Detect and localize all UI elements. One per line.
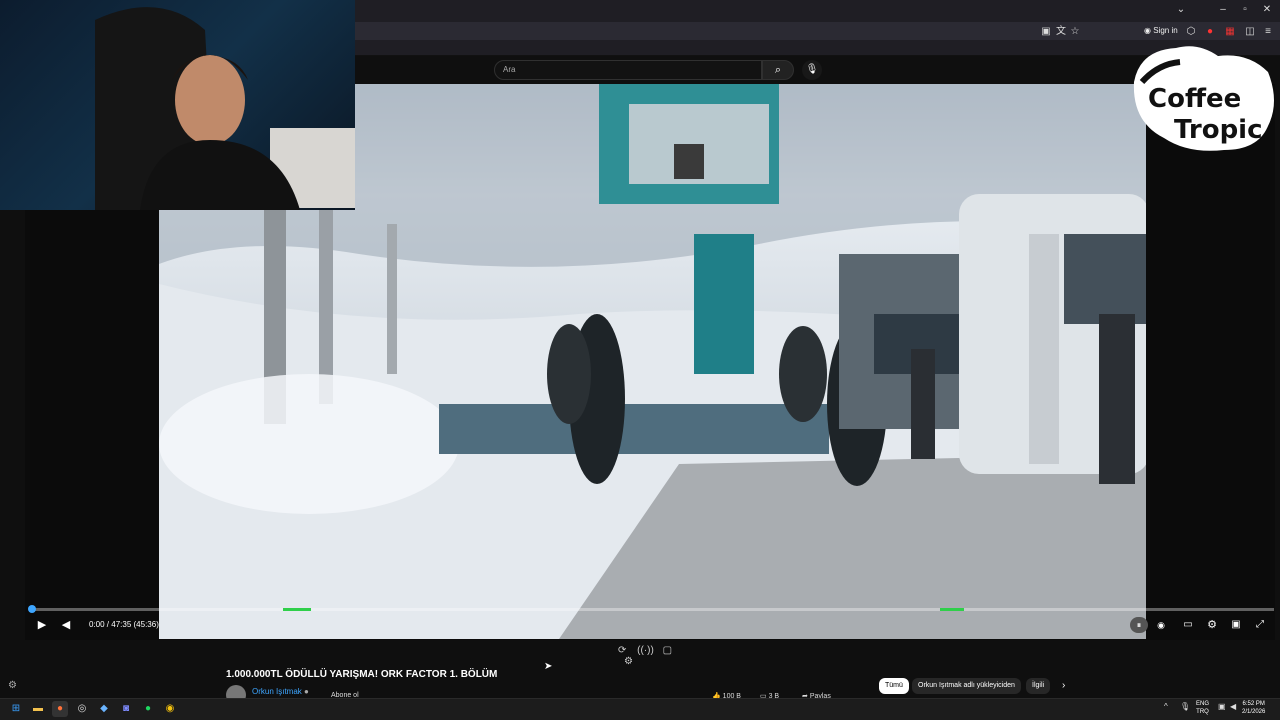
chapter-marker — [940, 608, 964, 611]
mouse-cursor: ➤ — [544, 661, 553, 672]
fullscreen-icon: ⤢ — [1256, 619, 1264, 630]
coffee-tropic-logo: Coffee Tropic — [1128, 42, 1278, 154]
logo-line1: Coffee — [1148, 84, 1241, 114]
settings-button[interactable]: ⚙ — [1204, 617, 1220, 633]
chapter-marker — [283, 608, 311, 611]
time-display: 0:00 / 47:35 (45:36) — [89, 617, 159, 633]
clock[interactable]: 6:52 PM 2/1/2026 — [1242, 700, 1265, 716]
pip-icon[interactable]: ▣ — [1040, 26, 1052, 38]
play-button[interactable]: ▶ — [34, 617, 50, 633]
verified-icon: ● — [304, 687, 309, 696]
discord-icon[interactable]: ◙ — [118, 701, 134, 717]
minimize-icon[interactable]: – — [1214, 3, 1232, 17]
fullscreen-button[interactable]: ⤢ — [1252, 617, 1268, 633]
chevron-up-icon[interactable]: ^ — [1164, 702, 1168, 711]
pause-icon: ⏸ — [1136, 620, 1142, 630]
menu-icon[interactable]: ≡ — [1262, 26, 1274, 38]
gear-icon[interactable]: ⚙ — [624, 656, 633, 667]
chip-all[interactable]: Tümü — [879, 678, 909, 694]
sign-in-button[interactable]: ◉ Sign in — [1144, 24, 1178, 38]
chevron-right-icon[interactable]: › — [1062, 680, 1065, 691]
lang-bottom: TRQ — [1196, 709, 1209, 715]
subtitles-button[interactable]: ▭ — [1180, 617, 1196, 633]
audio-icon[interactable]: ((·)) — [637, 645, 654, 656]
firefox-icon[interactable]: ● — [52, 701, 68, 717]
file-explorer-icon[interactable]: ▬ — [30, 701, 46, 717]
volume-icon[interactable]: ◀ — [1230, 702, 1236, 711]
webcam-overlay — [0, 0, 355, 210]
screenshot-icon[interactable]: ▢ — [663, 645, 672, 656]
extension-puzzle-icon[interactable]: ◫ — [1244, 26, 1256, 38]
gear-icon[interactable]: ⚙ — [8, 680, 17, 691]
search-input[interactable]: Ara — [494, 60, 762, 80]
windows-start-icon[interactable]: ⊞ — [8, 701, 24, 717]
extension-shield-icon[interactable]: ▦ — [1224, 26, 1236, 38]
chevron-down-icon[interactable]: ⌄ — [1172, 3, 1190, 17]
extension-record-icon[interactable]: ● — [1204, 26, 1216, 38]
account-icon: ◉ — [1144, 26, 1154, 35]
subtitles-icon: ▭ — [1183, 619, 1193, 630]
circle-icon: ◉ — [1157, 620, 1165, 630]
miniplayer-button[interactable]: ▣ — [1228, 617, 1244, 633]
taskbar — [0, 698, 1280, 720]
webcam-scene — [95, 7, 355, 210]
video-title: 1.000.000TL ÖDÜLLÜ YARIŞMA! ORK FACTOR 1… — [226, 669, 498, 680]
steam-icon[interactable]: ◆ — [96, 701, 112, 717]
progress-bar[interactable] — [30, 608, 1274, 611]
search-button[interactable]: ⌕ — [762, 60, 794, 80]
autoplay-toggle[interactable]: ⏸ — [1130, 617, 1148, 633]
translate-icon[interactable]: 文 — [1055, 26, 1067, 38]
extensions-icon[interactable]: ⬡ — [1185, 26, 1197, 38]
search-icon: ⌕ — [774, 64, 782, 76]
logo-line2: Tropic — [1174, 115, 1263, 145]
chip-related[interactable]: İlgili — [1026, 678, 1051, 694]
gear-icon: ⚙ — [1207, 619, 1217, 631]
network-icon[interactable]: ▣ — [1218, 702, 1226, 711]
voice-search-button[interactable]: 🎙 — [802, 60, 822, 80]
channel-label: Orkun Işıtmak — [252, 687, 302, 696]
mute-button[interactable]: ◀ — [58, 617, 74, 633]
close-icon[interactable]: ✕ — [1258, 3, 1276, 17]
chip-uploader[interactable]: Orkun Işıtmak adlı yükleyiciden — [912, 678, 1021, 694]
microphone-icon[interactable]: 🎙 — [1180, 702, 1190, 711]
volume-icon: ◀ — [61, 619, 71, 631]
clock-time: 6:52 PM — [1242, 701, 1265, 707]
logo-art: Coffee Tropic — [1133, 46, 1274, 151]
loop-icon[interactable]: ⟳ — [618, 645, 626, 656]
time-current: 0:00 — [89, 620, 105, 629]
star-icon[interactable]: ☆ — [1069, 26, 1081, 38]
time-total: 47:35 — [111, 620, 132, 629]
sponsor-block-button[interactable]: ◉ — [1153, 617, 1169, 633]
lang-top: ENG — [1196, 701, 1210, 707]
app-icon[interactable]: ◎ — [74, 701, 90, 717]
miniplayer-icon: ▣ — [1231, 619, 1241, 630]
time-chapter: (45:36) — [133, 620, 159, 629]
below-player-tools: ⟳ ((·)) ▢ ⚙ — [618, 645, 688, 667]
progress-scrubber[interactable] — [28, 605, 36, 613]
microphone-icon: 🎙 — [805, 64, 819, 75]
sign-in-label: Sign in — [1153, 26, 1178, 35]
clock-date: 2/1/2026 — [1242, 709, 1266, 715]
restore-icon[interactable]: ▫ — [1236, 3, 1254, 17]
chrome-icon[interactable]: ◉ — [162, 701, 178, 717]
channel-name[interactable]: Orkun Işıtmak ● — [252, 687, 309, 696]
spotify-icon[interactable]: ● — [140, 701, 156, 717]
play-icon: ▶ — [37, 619, 47, 631]
language-indicator[interactable]: ENG TRQ — [1196, 700, 1209, 716]
